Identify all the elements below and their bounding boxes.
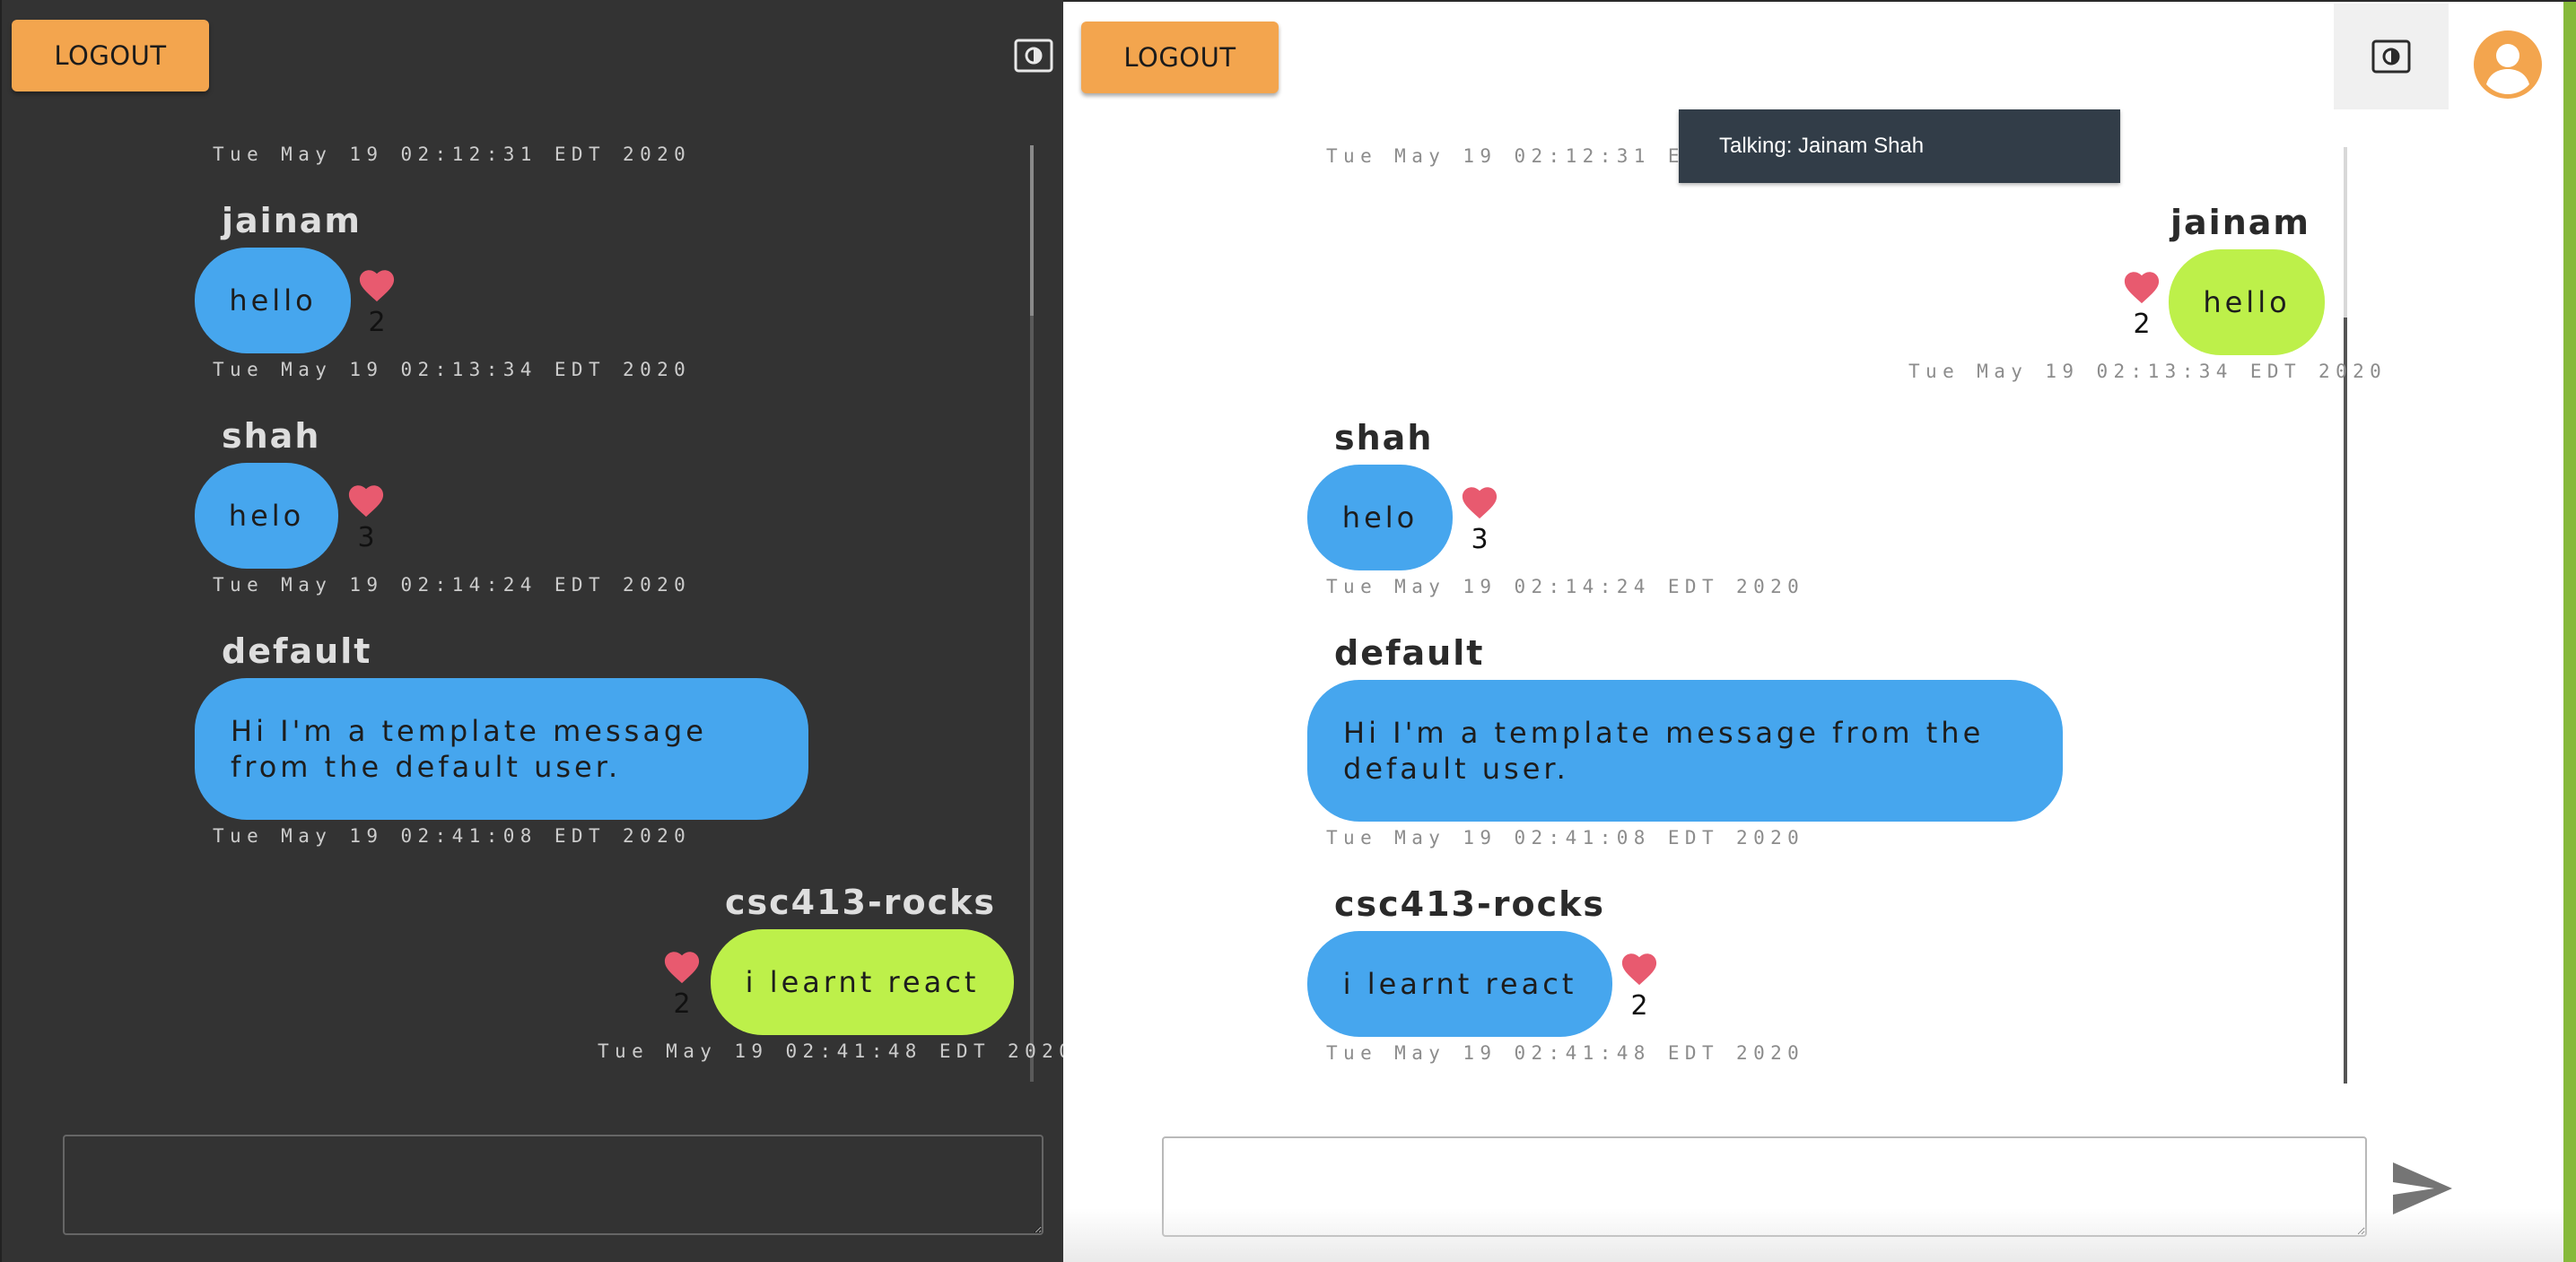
chat-panel-light: LOGOUT Talking: Jainam Shah Tue May 19 0…: [1063, 0, 2576, 1262]
heart-icon[interactable]: [357, 267, 397, 303]
theme-toggle-button[interactable]: [2334, 4, 2449, 109]
message-timestamp: Tue May 19 02:41:08 EDT 2020: [213, 825, 692, 847]
talking-tooltip: Talking: Jainam Shah: [1679, 109, 2120, 183]
heart-icon[interactable]: [1460, 484, 1499, 520]
message-username: jainam: [222, 201, 362, 240]
message-username: default: [1334, 633, 1485, 673]
message-list-scrollbar-thumb[interactable]: [2344, 318, 2347, 1084]
message-username: shah: [1334, 418, 1434, 457]
message-username: csc413-rocks: [1334, 884, 1606, 924]
message-timestamp: Tue May 19 02:13:34 EDT 2020: [213, 359, 692, 380]
send-icon[interactable]: [2389, 1159, 2454, 1218]
message-timestamp: Tue May 19 02:12:31 EDT 2020: [213, 144, 692, 165]
message-timestamp: Tue May 19 02:14:24 EDT 2020: [213, 574, 692, 596]
logout-button[interactable]: LOGOUT: [12, 20, 209, 91]
heart-icon[interactable]: [346, 483, 386, 518]
chat-panel-dark: LOGOUT Tue May 19 02:12:31 EDT 2020 jain…: [0, 0, 1063, 1262]
message-username: shah: [222, 416, 321, 456]
theme-toggle-button[interactable]: [1012, 36, 1055, 75]
message-timestamp: Tue May 19 02:13:34 EDT 2020: [1908, 361, 2388, 382]
message-username: jainam: [2170, 203, 2310, 242]
message-bubble: helo: [195, 463, 338, 569]
brightness-icon: [2371, 39, 2411, 74]
message-username: csc413-rocks: [725, 883, 997, 922]
window-edge-accent: [2563, 2, 2576, 1262]
message-timestamp: Tue May 19 02:41:48 EDT 2020: [1326, 1042, 1805, 1064]
message-username: default: [222, 631, 372, 671]
message-bubble: Hi I'm a template message from the defau…: [195, 678, 808, 820]
like-count: 2: [1630, 990, 1648, 1022]
brightness-icon: [1014, 39, 1053, 73]
message-timestamp: Tue May 19 02:41:48 EDT 2020: [598, 1040, 1063, 1062]
message-list-scrollbar-thumb[interactable]: [1030, 145, 1034, 316]
like-count: 2: [673, 988, 691, 1020]
account-circle-icon[interactable]: [2474, 30, 2542, 99]
message-timestamp: Tue May 19 02:14:24 EDT 2020: [1326, 576, 1805, 597]
message-bubble: Hi I'm a template message from the defau…: [1307, 680, 2063, 822]
like-count: 3: [357, 522, 375, 553]
message-bubble: i learnt react: [1307, 931, 1612, 1037]
heart-icon[interactable]: [662, 949, 702, 985]
message-bubble: i learnt react: [711, 929, 1014, 1035]
message-timestamp: Tue May 19 02:41:08 EDT 2020: [1326, 827, 1805, 849]
logout-button[interactable]: LOGOUT: [1081, 22, 1279, 93]
message-bubble: hello: [2169, 249, 2325, 355]
like-count: 2: [368, 307, 386, 338]
like-count: 2: [2133, 309, 2151, 340]
heart-icon[interactable]: [2122, 269, 2161, 305]
message-input[interactable]: [63, 1135, 1043, 1235]
heart-icon[interactable]: [1620, 951, 1659, 987]
like-count: 3: [1471, 524, 1489, 555]
message-bubble: hello: [195, 248, 351, 353]
message-bubble: helo: [1307, 465, 1453, 570]
message-input[interactable]: [1162, 1136, 2367, 1237]
